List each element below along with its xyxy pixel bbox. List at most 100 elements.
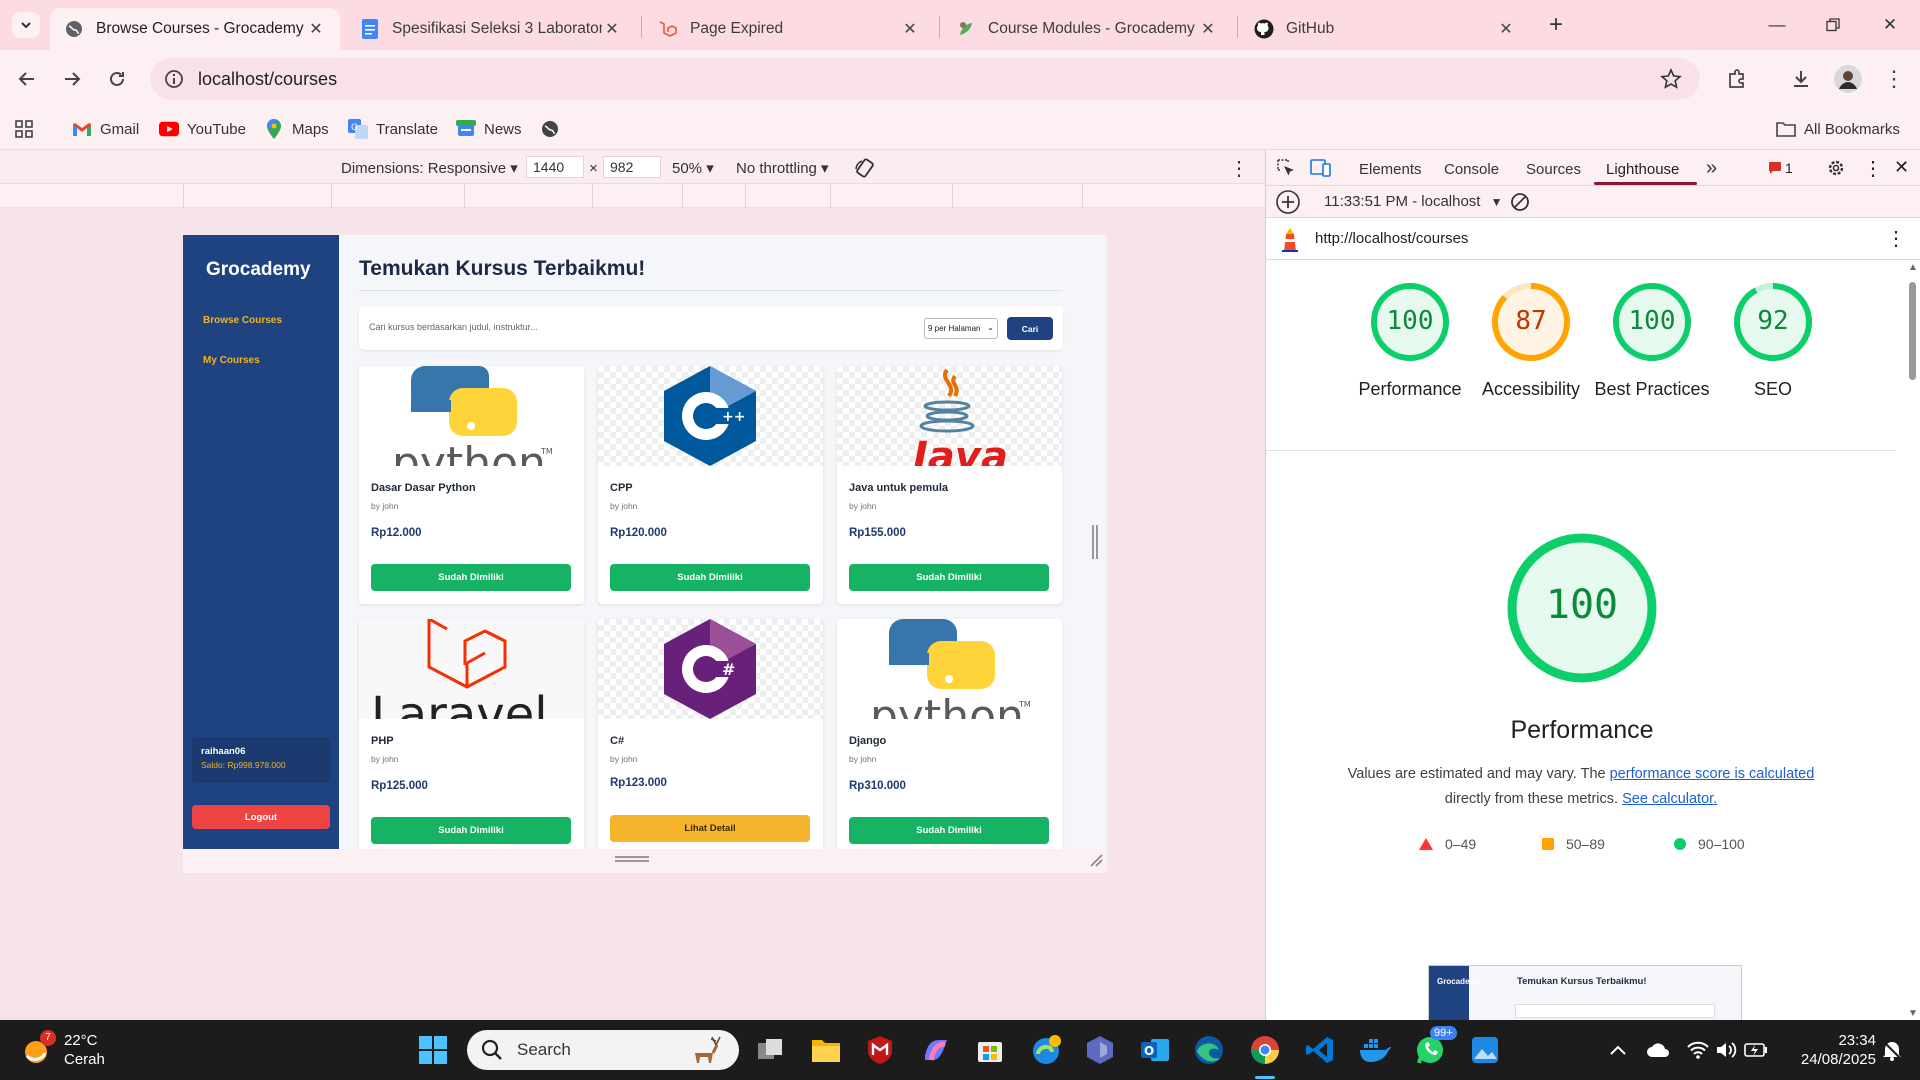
score-performance[interactable]: 100 Performance: [1358, 281, 1462, 421]
close-icon[interactable]: ✕: [1496, 19, 1516, 39]
vscode-icon[interactable]: [1302, 1032, 1338, 1068]
taskbar-search[interactable]: Search: [467, 1030, 739, 1070]
inspect-element-icon[interactable]: [1276, 158, 1296, 178]
mcafee-icon[interactable]: [862, 1032, 898, 1068]
tab-page-expired[interactable]: Page Expired ✕: [644, 8, 934, 50]
tab-github[interactable]: GitHub ✕: [1240, 8, 1530, 50]
clear-reports-icon[interactable]: [1510, 192, 1530, 212]
viewport-resize-handle-bottom[interactable]: [615, 856, 649, 862]
view-detail-button[interactable]: Lihat Detail: [610, 815, 810, 842]
bookmark-globe[interactable]: [540, 116, 568, 142]
issues-badge[interactable]: 1: [1768, 160, 1793, 176]
photos-app-icon[interactable]: [1467, 1032, 1503, 1068]
course-title[interactable]: PHP: [371, 735, 394, 747]
apps-icon[interactable]: [14, 116, 34, 142]
docker-icon[interactable]: [1357, 1032, 1393, 1068]
course-title[interactable]: C#: [610, 735, 624, 747]
scrollbar-thumb[interactable]: [1909, 282, 1916, 380]
owned-button[interactable]: Sudah Dimiliki: [610, 564, 810, 591]
viewport-resize-corner[interactable]: [1089, 853, 1103, 867]
start-button[interactable]: [415, 1032, 451, 1068]
new-report-icon[interactable]: [1275, 189, 1301, 215]
onedrive-icon[interactable]: [1640, 1032, 1676, 1068]
course-card[interactable]: Laravel PHP by john Rp125.000 Sudah Dimi…: [359, 619, 584, 849]
brand-logo[interactable]: Grocademy: [206, 259, 311, 281]
tab-course-modules[interactable]: Course Modules - Grocademy ✕: [942, 8, 1232, 50]
tab-spesifikasi[interactable]: Spesifikasi Seleksi 3 Laboratoriu ✕: [346, 8, 636, 50]
course-card[interactable]: python TM Dasar Dasar Python by john Rp1…: [359, 366, 584, 604]
logout-button[interactable]: Logout: [192, 805, 330, 829]
course-title[interactable]: CPP: [610, 482, 633, 494]
outlook-icon[interactable]: O: [1137, 1032, 1173, 1068]
devtools-menu-icon[interactable]: ⋮: [1863, 156, 1883, 181]
course-card[interactable]: Java Java untuk pemula by john Rp155.000…: [837, 366, 1062, 604]
score-best-practices[interactable]: 100 Best Practices: [1594, 281, 1710, 421]
close-icon[interactable]: ✕: [900, 19, 920, 39]
rotate-icon[interactable]: [854, 157, 876, 179]
restore-button[interactable]: [1813, 10, 1853, 40]
performance-score-link[interactable]: performance score is calculated: [1610, 766, 1815, 782]
devtools-scrollbar[interactable]: ▲ ▼: [1906, 262, 1918, 1020]
report-url[interactable]: http://localhost/courses: [1315, 230, 1468, 247]
nav-browse-courses[interactable]: Browse Courses: [203, 315, 282, 326]
search-input[interactable]: Cari kursus berdasarkan judul, instruktu…: [369, 322, 538, 332]
chrome-icon[interactable]: [1247, 1032, 1283, 1068]
course-title[interactable]: Django: [849, 735, 886, 747]
scroll-down-arrow[interactable]: ▼: [1908, 1008, 1918, 1019]
course-card[interactable]: python TM Django by john Rp310.000 Sudah…: [837, 619, 1062, 849]
course-card[interactable]: # C# by john Rp123.000 Lihat Detail: [598, 619, 823, 849]
microsoft-store-icon[interactable]: [972, 1032, 1008, 1068]
whatsapp-icon[interactable]: 99+: [1412, 1026, 1457, 1068]
bookmark-star-icon[interactable]: [1660, 68, 1682, 90]
course-title[interactable]: Dasar Dasar Python: [371, 482, 476, 494]
bookmark-gmail[interactable]: Gmail: [72, 116, 139, 142]
all-bookmarks[interactable]: All Bookmarks: [1776, 116, 1900, 142]
see-calculator-link[interactable]: See calculator.: [1622, 791, 1717, 807]
tab-console[interactable]: Console: [1444, 161, 1499, 178]
tab-lighthouse[interactable]: Lighthouse: [1606, 161, 1679, 178]
reload-button[interactable]: [100, 62, 134, 96]
search-button[interactable]: Cari: [1007, 317, 1053, 340]
battery-icon[interactable]: [1738, 1032, 1774, 1068]
weather-widget[interactable]: 7 22°C Cerah: [20, 1030, 120, 1070]
edge-beta-icon[interactable]: [1028, 1032, 1064, 1068]
score-seo[interactable]: 92 SEO: [1725, 281, 1821, 421]
per-page-select[interactable]: 9 per Halaman ⌄: [924, 318, 998, 339]
clock[interactable]: 23:34 24/08/2025: [1776, 1031, 1876, 1069]
scroll-up-arrow[interactable]: ▲: [1908, 262, 1918, 273]
viewport-height-input[interactable]: 982: [603, 156, 661, 178]
course-title[interactable]: Java untuk pemula: [849, 482, 948, 494]
minimize-button[interactable]: —: [1757, 10, 1797, 40]
edge-icon[interactable]: [1191, 1032, 1227, 1068]
back-button[interactable]: [10, 62, 44, 96]
zoom-dropdown[interactable]: 50% ▾: [672, 159, 714, 177]
course-card[interactable]: ++ CPP by john Rp120.000 Sudah Dimiliki: [598, 366, 823, 604]
close-icon[interactable]: ✕: [602, 19, 622, 39]
tab-search-button[interactable]: [12, 12, 40, 38]
copilot-icon[interactable]: [918, 1032, 954, 1068]
notifications-icon[interactable]: [1874, 1032, 1910, 1068]
device-toggle-icon[interactable]: [1310, 158, 1332, 178]
bookmark-youtube[interactable]: YouTube: [159, 116, 246, 142]
tab-elements[interactable]: Elements: [1359, 161, 1422, 178]
throttling-dropdown[interactable]: No throttling ▾: [736, 159, 829, 177]
bookmark-maps[interactable]: Maps: [264, 116, 329, 142]
tab-sources[interactable]: Sources: [1526, 161, 1581, 178]
viewport-width-input[interactable]: 1440: [526, 156, 584, 178]
owned-button[interactable]: Sudah Dimiliki: [371, 564, 571, 591]
more-tabs-icon[interactable]: »: [1706, 157, 1717, 180]
bookmark-news[interactable]: News: [456, 116, 522, 142]
tab-browse-courses[interactable]: Browse Courses - Grocademy ✕: [50, 8, 340, 50]
device-more-icon[interactable]: ⋮: [1229, 156, 1249, 181]
owned-button[interactable]: Sudah Dimiliki: [371, 817, 571, 844]
settings-gear-icon[interactable]: [1826, 158, 1846, 178]
close-devtools-icon[interactable]: ✕: [1894, 157, 1909, 178]
dimensions-dropdown[interactable]: Dimensions: Responsive ▾: [341, 159, 518, 177]
forward-button[interactable]: [55, 62, 89, 96]
report-selector[interactable]: 11:33:51 PM - localhost ▼: [1324, 193, 1503, 210]
show-hidden-icons[interactable]: [1600, 1032, 1636, 1068]
task-view-icon[interactable]: [752, 1032, 788, 1068]
nav-my-courses[interactable]: My Courses: [203, 355, 260, 366]
owned-button[interactable]: Sudah Dimiliki: [849, 817, 1049, 844]
viewport-resize-handle-right[interactable]: [1092, 525, 1098, 559]
